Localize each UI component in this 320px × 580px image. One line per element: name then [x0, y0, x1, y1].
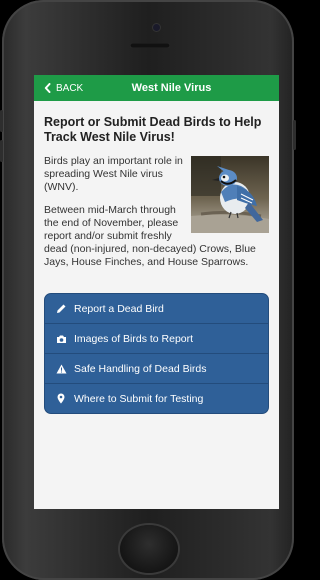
app-header: BACK West Nile Virus — [34, 75, 279, 101]
page-heading: Report or Submit Dead Birds to Help Trac… — [44, 115, 262, 144]
pencil-icon — [55, 303, 67, 315]
home-button[interactable] — [120, 525, 178, 573]
menu-item-label: Safe Handling of Dead Birds — [74, 362, 207, 375]
intro-section: Birds play an important role in spreadin… — [44, 155, 269, 279]
power-button — [293, 120, 296, 150]
app-screen: BACK West Nile Virus Report or Submit De… — [34, 75, 279, 509]
menu-item-label: Where to Submit for Testing — [74, 392, 204, 405]
earpiece-speaker — [130, 43, 170, 48]
report-dead-bird-button[interactable]: Report a Dead Bird — [45, 294, 268, 323]
menu-item-label: Report a Dead Bird — [74, 302, 164, 315]
warning-icon — [55, 363, 67, 375]
action-menu: Report a Dead Bird Images of Birds to Re… — [44, 293, 269, 414]
front-camera — [153, 24, 160, 31]
images-of-birds-button[interactable]: Images of Birds to Report — [45, 323, 268, 353]
camera-icon — [55, 333, 67, 345]
volume-up-button — [0, 110, 3, 132]
where-to-submit-button[interactable]: Where to Submit for Testing — [45, 383, 268, 413]
page-title: West Nile Virus — [131, 82, 212, 94]
menu-item-label: Images of Birds to Report — [74, 332, 194, 345]
main-content: Report or Submit Dead Birds to Help Trac… — [34, 101, 279, 414]
safe-handling-button[interactable]: Safe Handling of Dead Birds — [45, 353, 268, 383]
volume-down-button — [0, 140, 3, 162]
map-pin-icon — [55, 393, 67, 405]
blue-jay-photo — [191, 156, 269, 233]
